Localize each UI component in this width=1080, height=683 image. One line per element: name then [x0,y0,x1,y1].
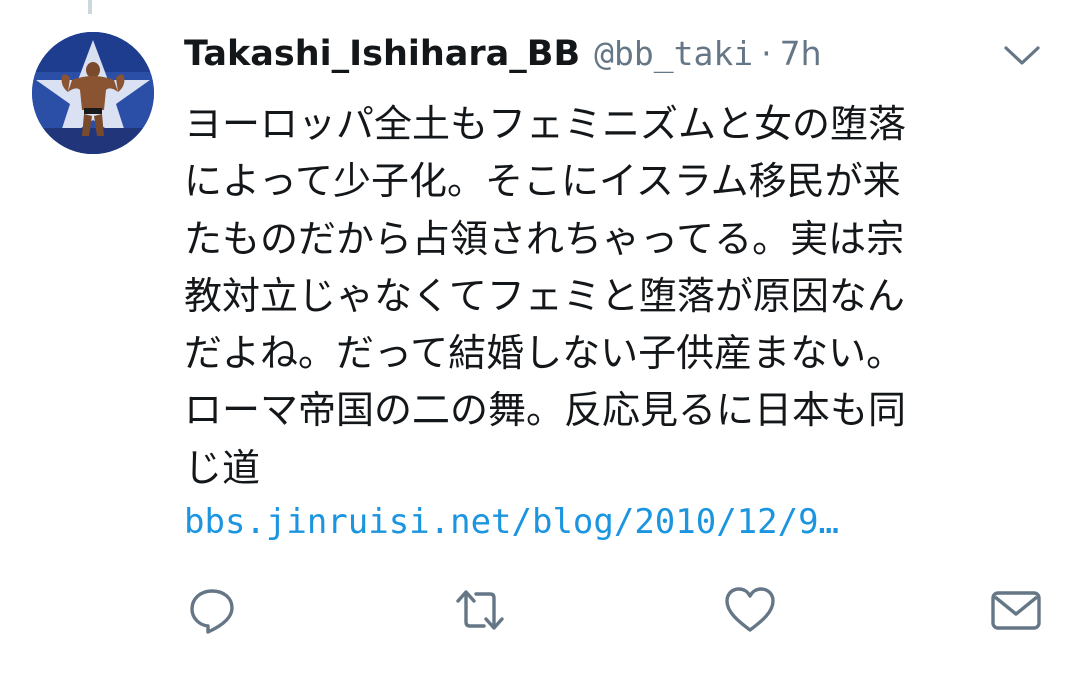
reply-icon [190,589,234,634]
timestamp[interactable]: 7h [780,34,822,73]
action-bar [0,578,1080,642]
mail-icon [991,591,1041,630]
reply-button[interactable] [180,578,244,642]
chevron-down-icon[interactable] [1000,38,1044,74]
share-button[interactable] [984,578,1048,642]
like-button[interactable] [718,578,782,642]
retweet-button[interactable] [448,578,512,642]
tweet-header: Takashi_Ishihara_BB @bb_taki · 7h [184,34,822,84]
user-handle[interactable]: @bb_taki [594,34,753,73]
thread-connector [88,0,92,14]
separator-dot: · [761,34,772,73]
avatar-image [32,32,154,154]
retweet-icon [456,590,504,630]
display-name[interactable]: Takashi_Ishihara_BB [184,34,580,74]
tweet[interactable]: Takashi_Ishihara_BB @bb_taki · 7h ヨーロッパ全… [0,0,1080,683]
avatar[interactable] [32,32,154,154]
tweet-link[interactable]: bbs.jinruisi.net/blog/2010/12/9… [184,494,839,551]
tweet-text: ヨーロッパ全土もフェミニズムと女の堕落 によって少子化。そこにイスラム移民が来 … [184,102,907,490]
heart-icon [725,587,775,632]
